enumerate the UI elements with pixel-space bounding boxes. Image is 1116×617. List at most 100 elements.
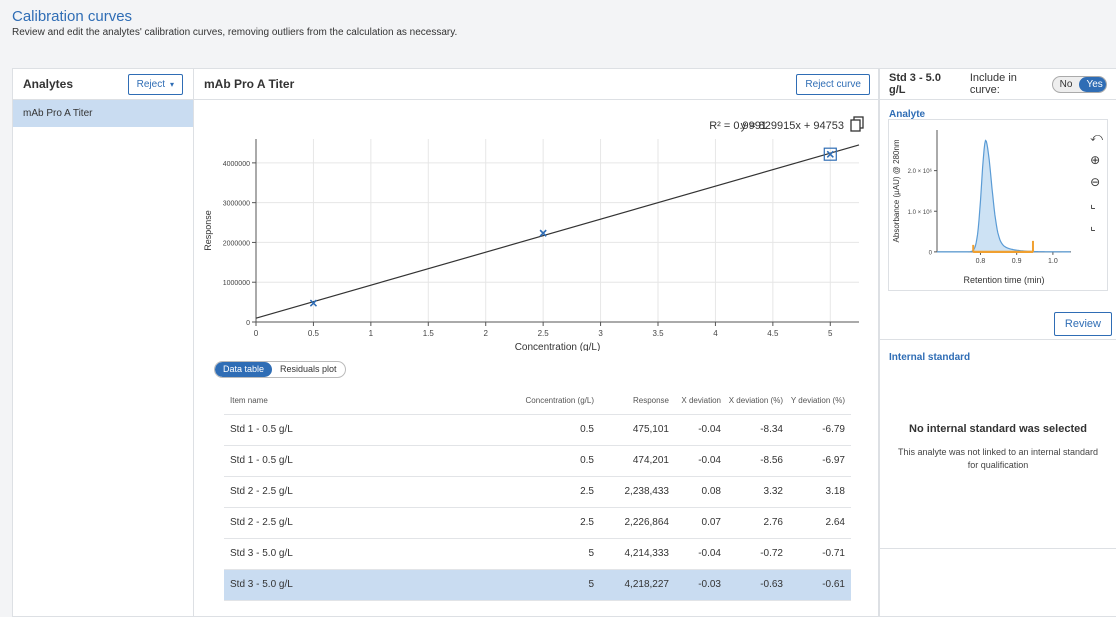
column-header[interactable]: X deviation (%) xyxy=(727,387,789,415)
zoom-reset-icon[interactable]: ⤺ xyxy=(1090,130,1103,145)
chromatogram-y-tick-label: 0 xyxy=(929,250,933,256)
table-cell: -0.04 xyxy=(675,445,727,477)
toggle-no[interactable]: No xyxy=(1053,77,1080,92)
y-tick-label: 4000000 xyxy=(223,161,250,168)
table-cell: -0.03 xyxy=(675,569,727,601)
table-cell: 475,101 xyxy=(600,414,675,446)
fit-axes-icon[interactable]: ⌞ xyxy=(1090,197,1103,211)
chromatogram-x-tick-label: 0.9 xyxy=(1012,258,1022,265)
chart-grid xyxy=(256,139,859,322)
chromatogram-chart: 0 1.0 × 10⁶ 2.0 × 10⁶ 0.8 0.9 1.0 Retention t… xyxy=(888,119,1108,291)
regression-line xyxy=(255,144,860,319)
toggle-yes[interactable]: Yes xyxy=(1079,76,1106,92)
x-axis-label: Concentration (g/L) xyxy=(515,342,601,351)
column-header[interactable]: Item name xyxy=(224,387,510,415)
column-header[interactable]: Response xyxy=(600,387,675,415)
table-cell: 3.18 xyxy=(789,476,851,508)
page-subtitle: Review and edit the analytes' calibratio… xyxy=(12,27,458,38)
chart-axes: 0 0.5 1 1.5 2 2.5 3 3.5 4 4.5 5 0 1000000 2000000 3000… xyxy=(223,139,859,338)
table-cell: -6.97 xyxy=(789,445,851,477)
x-tick-label: 2.5 xyxy=(538,329,550,338)
x-tick-label: 3.5 xyxy=(652,329,664,338)
expand-axes-icon[interactable]: ⌞ xyxy=(1090,219,1103,233)
chevron-down-icon: ▾ xyxy=(169,79,174,89)
table-cell: Std 2 - 2.5 g/L xyxy=(224,476,510,508)
tab-residuals-plot[interactable]: Residuals plot xyxy=(272,362,345,377)
reject-label: Reject xyxy=(136,78,165,90)
chromatogram-x-label: Retention time (min) xyxy=(963,275,1044,285)
table-cell: 474,201 xyxy=(600,445,675,477)
table-cell: 0.5 xyxy=(510,414,600,446)
table-cell: 5 xyxy=(510,538,600,570)
table-cell: 2.5 xyxy=(510,476,600,508)
review-button[interactable]: Review xyxy=(1053,312,1112,336)
copy-icon[interactable] xyxy=(850,116,864,132)
y-axis-label: Response xyxy=(203,210,213,251)
reject-button[interactable]: Reject ▾ xyxy=(127,73,183,95)
calibration-chart: 0 0.5 1 1.5 2 2.5 3 3.5 4 4.5 5 0 1000000 2000000 3000… xyxy=(194,101,879,353)
table-cell: 5 xyxy=(510,569,600,601)
tab-data-table[interactable]: Data table xyxy=(215,362,273,377)
main-header: mAb Pro A Titer Reject curve xyxy=(194,69,878,100)
detail-header: Std 3 - 5.0 g/L Include in curve: No Yes xyxy=(880,69,1116,100)
table-cell: -8.34 xyxy=(727,414,789,446)
x-tick-label: 4.5 xyxy=(767,329,779,338)
internal-standard-title: Internal standard xyxy=(889,352,971,363)
table-cell: Std 3 - 5.0 g/L xyxy=(224,569,510,601)
page-header: Calibration curves Review and edit the a… xyxy=(12,8,457,38)
detail-panel: Std 3 - 5.0 g/L Include in curve: No Yes… xyxy=(879,68,1116,617)
column-header[interactable]: X deviation xyxy=(675,387,727,415)
x-tick-label: 0.5 xyxy=(308,329,320,338)
y-tick-label: 0 xyxy=(246,320,250,327)
table-cell: -0.72 xyxy=(727,538,789,570)
table-cell: 2.5 xyxy=(510,507,600,539)
chromatogram-trace xyxy=(937,139,1071,253)
internal-standard-section: Internal standard No internal standard w… xyxy=(880,339,1116,549)
analytes-panel: Analytes Reject ▾ mAb Pro A Titer xyxy=(12,68,194,617)
analyte-title: mAb Pro A Titer xyxy=(204,77,295,91)
no-internal-standard-description: This analyte was not linked to an intern… xyxy=(897,447,1099,470)
table-cell: 0.07 xyxy=(675,507,727,539)
analyte-item[interactable]: mAb Pro A Titer xyxy=(13,100,193,127)
zoom-in-icon[interactable]: ⊕ xyxy=(1090,153,1103,167)
analytes-header: Analytes Reject ▾ xyxy=(13,69,193,100)
table-row[interactable]: Std 1 - 0.5 g/L 0.5 475,101 -0.04 -8.34 -6.79 xyxy=(224,414,851,446)
chromatogram-y-tick-label: 2.0 × 10⁶ xyxy=(908,168,933,175)
table-cell: -6.79 xyxy=(789,414,851,446)
table-row[interactable]: Std 1 - 0.5 g/L 0.5 474,201 -0.04 -8.56 -6.97 xyxy=(224,445,851,477)
chart-tools: ⤺ ⊕ ⊖ ⌞ ⌞ xyxy=(1090,130,1103,233)
include-label: Include in curve: xyxy=(969,72,1017,96)
no-internal-standard-title: No internal standard was selected xyxy=(909,423,1087,435)
table-cell: -8.56 xyxy=(727,445,789,477)
x-tick-label: 5 xyxy=(828,329,833,338)
zoom-out-icon[interactable]: ⊖ xyxy=(1090,175,1103,189)
table-cell: -0.63 xyxy=(727,569,789,601)
chromatogram-svg: 0 1.0 × 10⁶ 2.0 × 10⁶ 0.8 0.9 1.0 Retention t… xyxy=(892,130,1071,285)
table-cell: 2.76 xyxy=(727,507,789,539)
regression-equation: y = 829915x + 94753 xyxy=(741,120,844,132)
reject-curve-button[interactable]: Reject curve xyxy=(796,73,870,95)
x-tick-label: 1 xyxy=(369,329,374,338)
table-cell: -0.61 xyxy=(789,569,851,601)
table-row[interactable]: Std 2 - 2.5 g/L 2.5 2,238,433 0.08 3.32 3.18 xyxy=(224,476,851,508)
table-cell: 4,218,227 xyxy=(600,569,675,601)
table-row[interactable]: Std 3 - 5.0 g/L 5 4,218,227 -0.03 -0.63 -0.61 xyxy=(224,569,851,601)
table-cell: 4,214,333 xyxy=(600,538,675,570)
y-tick-label: 3000000 xyxy=(223,201,250,208)
table-cell: Std 1 - 0.5 g/L xyxy=(224,445,510,477)
main-panel: mAb Pro A Titer Reject curve 0 0.5 1 1.5 2 2.… xyxy=(194,68,879,617)
table-cell: 3.32 xyxy=(727,476,789,508)
column-header[interactable]: Y deviation (%) xyxy=(789,387,851,415)
include-toggle[interactable]: No Yes xyxy=(1051,75,1107,93)
table-cell: 2,226,864 xyxy=(600,507,675,539)
regression-line-group xyxy=(255,144,860,319)
table-row[interactable]: Std 2 - 2.5 g/L 2.5 2,226,864 0.07 2.76 2.64 xyxy=(224,507,851,539)
x-tick-label: 4 xyxy=(713,329,718,338)
table-cell: Std 1 - 0.5 g/L xyxy=(224,414,510,446)
data-table: Item name Concentration (g/L) Response X de… xyxy=(224,387,851,601)
table-cell: 0.5 xyxy=(510,445,600,477)
column-header[interactable]: Concentration (g/L) xyxy=(510,387,600,415)
x-tick-label: 1.5 xyxy=(423,329,435,338)
table-row[interactable]: Std 3 - 5.0 g/L 5 4,214,333 -0.04 -0.72 -0.71 xyxy=(224,538,851,570)
x-tick-label: 0 xyxy=(254,329,259,338)
